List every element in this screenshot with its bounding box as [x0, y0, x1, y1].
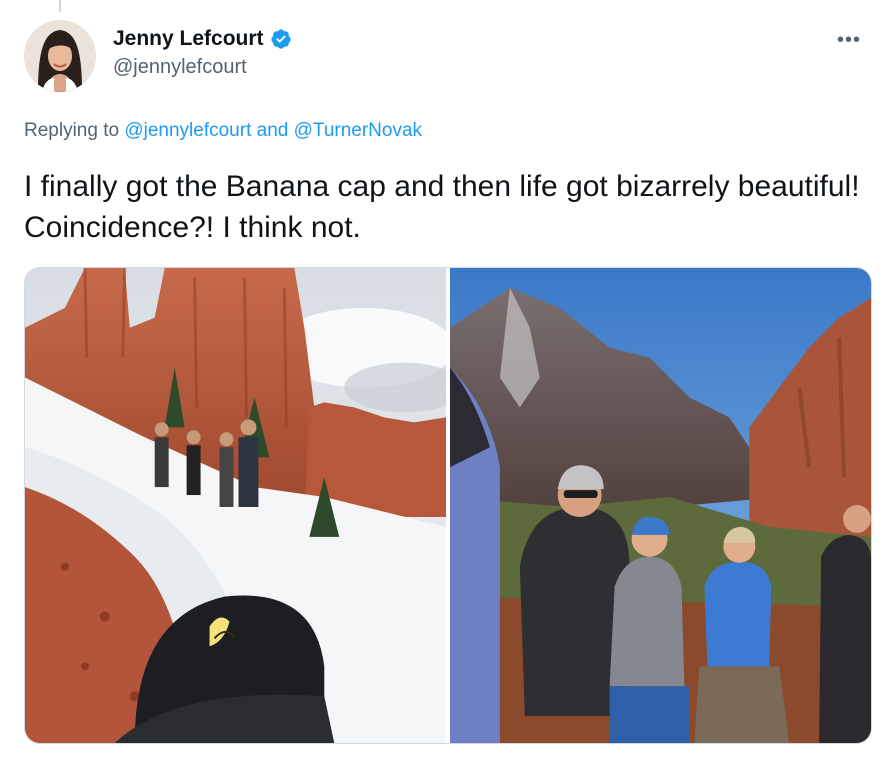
more-dots-icon: ••• [836, 29, 861, 51]
verified-badge-icon [270, 28, 292, 50]
tweet-media-grid [24, 267, 872, 744]
replying-to-line: Replying to @jennylefcourt and @TurnerNo… [24, 120, 422, 142]
tweet-text: I finally got the Banana cap and then li… [24, 170, 860, 244]
media-photo-2[interactable] [450, 268, 871, 743]
author-display-name[interactable]: Jenny Lefcourt [113, 27, 264, 51]
replying-user-link[interactable]: @TurnerNovak [294, 120, 422, 141]
avatar[interactable] [24, 20, 96, 92]
replying-prefix: Replying to [24, 120, 120, 141]
author-handle[interactable]: @jennylefcourt [113, 56, 292, 79]
author-name-row: Jenny Lefcourt [113, 27, 292, 51]
replying-user-link[interactable]: @jennylefcourt [124, 120, 251, 141]
more-options-button[interactable]: ••• [829, 28, 869, 52]
replying-joiner: and [256, 120, 289, 141]
media-photo-1[interactable] [25, 268, 446, 743]
thread-connector-line [59, 0, 61, 12]
tweet-author: Jenny Lefcourt @jennylefcourt [113, 27, 292, 79]
